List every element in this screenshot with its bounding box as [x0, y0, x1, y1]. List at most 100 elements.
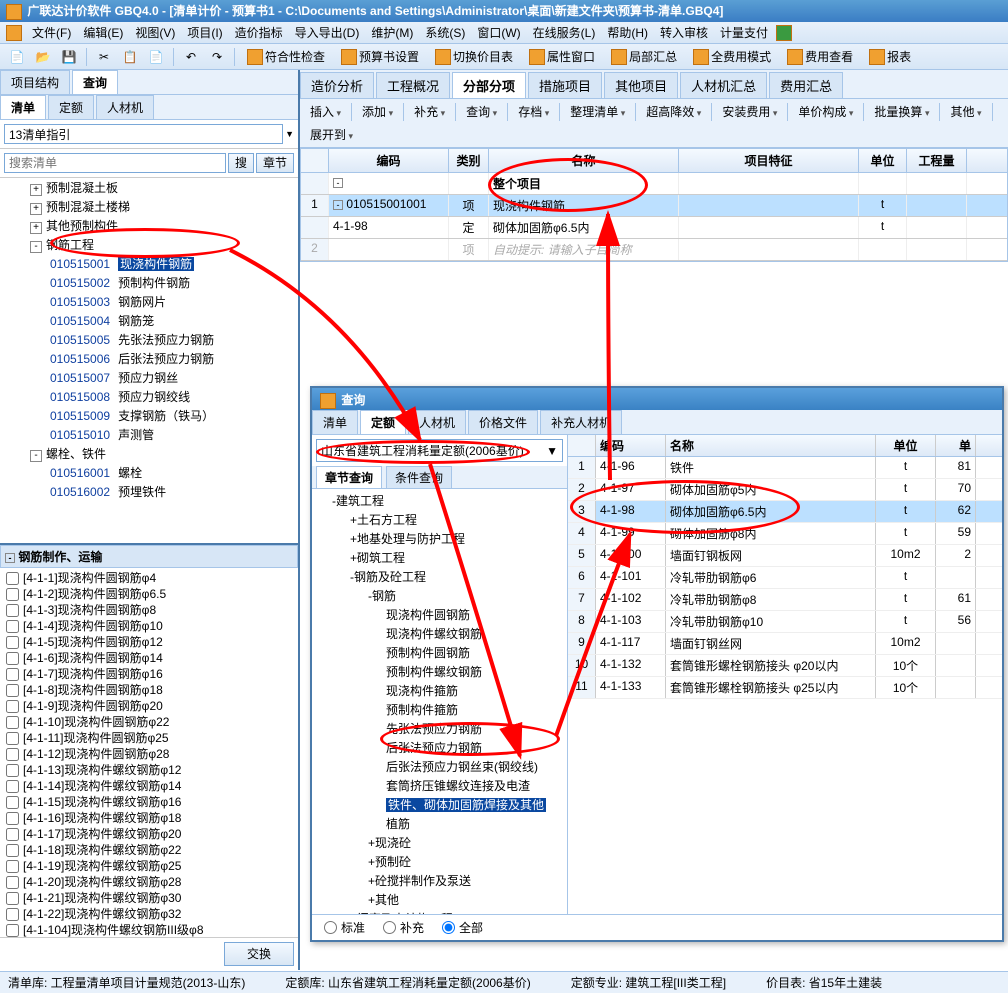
tree-node[interactable]: 010515010声测管: [0, 425, 298, 444]
checkbox[interactable]: [6, 668, 19, 681]
toolbar-item[interactable]: 预算书设置: [335, 50, 425, 64]
module-tab[interactable]: 措施项目: [528, 72, 602, 98]
tree-node[interactable]: 010516002预埋铁件: [0, 482, 298, 501]
checkbox[interactable]: [6, 796, 19, 809]
expander-icon[interactable]: -: [350, 570, 354, 584]
popup-tab[interactable]: 人材机: [408, 410, 466, 434]
save-icon[interactable]: 💾: [58, 46, 80, 68]
new-icon[interactable]: 📄: [6, 46, 28, 68]
checkbox[interactable]: [6, 732, 19, 745]
chapter-button[interactable]: 章节: [256, 153, 294, 173]
popup-tab[interactable]: 价格文件: [468, 410, 538, 434]
grid-row[interactable]: 2项自动提示: 请输入子目简称: [301, 239, 1007, 261]
check-item[interactable]: [4-1-10]现浇构件圆钢筋φ22: [2, 714, 296, 730]
ptree-node[interactable]: +土石方工程: [314, 510, 565, 529]
check-header[interactable]: - 钢筋制作、运输: [0, 545, 298, 568]
rtool-item[interactable]: 补充: [408, 101, 451, 122]
ptree-node[interactable]: 植筋: [314, 814, 565, 833]
ptree-node[interactable]: +其他: [314, 890, 565, 909]
tab-project-struct[interactable]: 项目结构: [0, 70, 70, 94]
expander-icon[interactable]: +: [30, 203, 42, 215]
checkbox[interactable]: [6, 844, 19, 857]
tab-query[interactable]: 查询: [72, 70, 118, 94]
popup-tab[interactable]: 补充人材机: [540, 410, 622, 434]
checkbox[interactable]: [6, 604, 19, 617]
ptree-node[interactable]: 现浇构件螺纹钢筋: [314, 624, 565, 643]
ptree-node[interactable]: 后张法预应力钢丝束(钢绞线): [314, 757, 565, 776]
checkbox[interactable]: [6, 588, 19, 601]
menu-item[interactable]: 帮助(H): [601, 26, 654, 40]
check-item[interactable]: [4-1-7]现浇构件圆钢筋φ16: [2, 666, 296, 682]
expander-icon[interactable]: +: [368, 855, 375, 869]
expander-icon[interactable]: -: [368, 589, 372, 603]
ptree-node[interactable]: 预制构件圆钢筋: [314, 643, 565, 662]
checkbox[interactable]: [6, 748, 19, 761]
ptree-node[interactable]: -建筑工程: [314, 491, 565, 510]
ptree-node[interactable]: +地基处理与防护工程: [314, 529, 565, 548]
module-tab[interactable]: 分部分项: [452, 72, 526, 98]
rgrid-row[interactable]: 64-1-101冷轧带肋钢筋φ6t: [568, 567, 1002, 589]
subtab-chapter[interactable]: 章节查询: [316, 466, 382, 488]
subtab-list[interactable]: 清单: [0, 95, 46, 119]
check-item[interactable]: [4-1-9]现浇构件圆钢筋φ20: [2, 698, 296, 714]
rgrid-row[interactable]: 74-1-102冷轧带肋钢筋φ8t61: [568, 589, 1002, 611]
checkbox[interactable]: [6, 924, 19, 937]
redo-icon[interactable]: ↷: [206, 46, 228, 68]
check-item[interactable]: [4-1-1]现浇构件圆钢筋φ4: [2, 570, 296, 586]
ptree-node[interactable]: 预制构件螺纹钢筋: [314, 662, 565, 681]
expander-icon[interactable]: +: [368, 836, 375, 850]
toolbar-item[interactable]: 局部汇总: [605, 50, 683, 64]
expander-icon[interactable]: +: [350, 532, 357, 546]
expander-icon[interactable]: +: [368, 893, 375, 907]
check-item[interactable]: [4-1-4]现浇构件圆钢筋φ10: [2, 618, 296, 634]
rtool-item[interactable]: 其他: [944, 101, 987, 122]
radio-supplement[interactable]: 补充: [383, 919, 424, 936]
menu-item[interactable]: 维护(M): [365, 26, 419, 40]
search-input[interactable]: [4, 153, 226, 173]
menu-item[interactable]: 在线服务(L): [527, 26, 602, 40]
toolbar-item[interactable]: 属性窗口: [523, 50, 601, 64]
checkbox[interactable]: [6, 572, 19, 585]
rtool-item[interactable]: 存档: [512, 101, 555, 122]
checkbox[interactable]: [6, 828, 19, 841]
check-item[interactable]: [4-1-19]现浇构件螺纹钢筋φ25: [2, 858, 296, 874]
check-item[interactable]: [4-1-18]现浇构件螺纹钢筋φ22: [2, 842, 296, 858]
module-tab[interactable]: 人材机汇总: [680, 72, 767, 98]
toolbar-item[interactable]: 报表: [863, 50, 917, 64]
tree-node[interactable]: 010516001螺栓: [0, 463, 298, 482]
check-item[interactable]: [4-1-20]现浇构件螺纹钢筋φ28: [2, 874, 296, 890]
main-grid[interactable]: 编码 类别 名称 项目特征 单位 工程量 - 整个项目 1- 010515001…: [300, 148, 1008, 262]
expander-icon[interactable]: +: [30, 222, 42, 234]
tree-node[interactable]: 010515009支撑钢筋（铁马）: [0, 406, 298, 425]
check-item[interactable]: [4-1-2]现浇构件圆钢筋φ6.5: [2, 586, 296, 602]
grid-row[interactable]: 4-1-98定砌体加固筋φ6.5内t: [301, 217, 1007, 239]
check-item[interactable]: [4-1-5]现浇构件圆钢筋φ12: [2, 634, 296, 650]
open-icon[interactable]: 📂: [32, 46, 54, 68]
expander-icon[interactable]: +: [30, 184, 42, 196]
radio-all[interactable]: 全部: [442, 919, 483, 936]
menu-item[interactable]: 系统(S): [419, 26, 471, 40]
expander-icon[interactable]: -: [30, 450, 42, 462]
module-tab[interactable]: 工程概况: [376, 72, 450, 98]
check-item[interactable]: [4-1-11]现浇构件圆钢筋φ25: [2, 730, 296, 746]
rgrid-row[interactable]: 114-1-133套筒锥形螺栓钢筋接头 φ25以内10个: [568, 677, 1002, 699]
rgrid-row[interactable]: 54-1-100墙面钉钢板网10m22: [568, 545, 1002, 567]
check-item[interactable]: [4-1-21]现浇构件螺纹钢筋φ30: [2, 890, 296, 906]
checkbox[interactable]: [6, 636, 19, 649]
search-button[interactable]: 搜: [228, 153, 254, 173]
rtool-item[interactable]: 整理清单: [564, 101, 631, 122]
help-icon[interactable]: [776, 25, 792, 41]
toolbar-item[interactable]: 全费用模式: [687, 50, 777, 64]
subtab-rcj[interactable]: 人材机: [96, 95, 154, 119]
checkbox[interactable]: [6, 620, 19, 633]
tree-node[interactable]: 010515003钢筋网片: [0, 292, 298, 311]
expander-icon[interactable]: +: [368, 874, 375, 888]
ptree-node[interactable]: 现浇构件箍筋: [314, 681, 565, 700]
rtool-item[interactable]: 单价构成: [792, 101, 859, 122]
toolbar-item[interactable]: 切换价目表: [429, 50, 519, 64]
checkbox[interactable]: [6, 780, 19, 793]
expander-icon[interactable]: +: [350, 513, 357, 527]
grid-row[interactable]: 1- 010515001001项现浇构件钢筋t: [301, 195, 1007, 217]
checkbox[interactable]: [6, 700, 19, 713]
check-item[interactable]: [4-1-22]现浇构件螺纹钢筋φ32: [2, 906, 296, 922]
